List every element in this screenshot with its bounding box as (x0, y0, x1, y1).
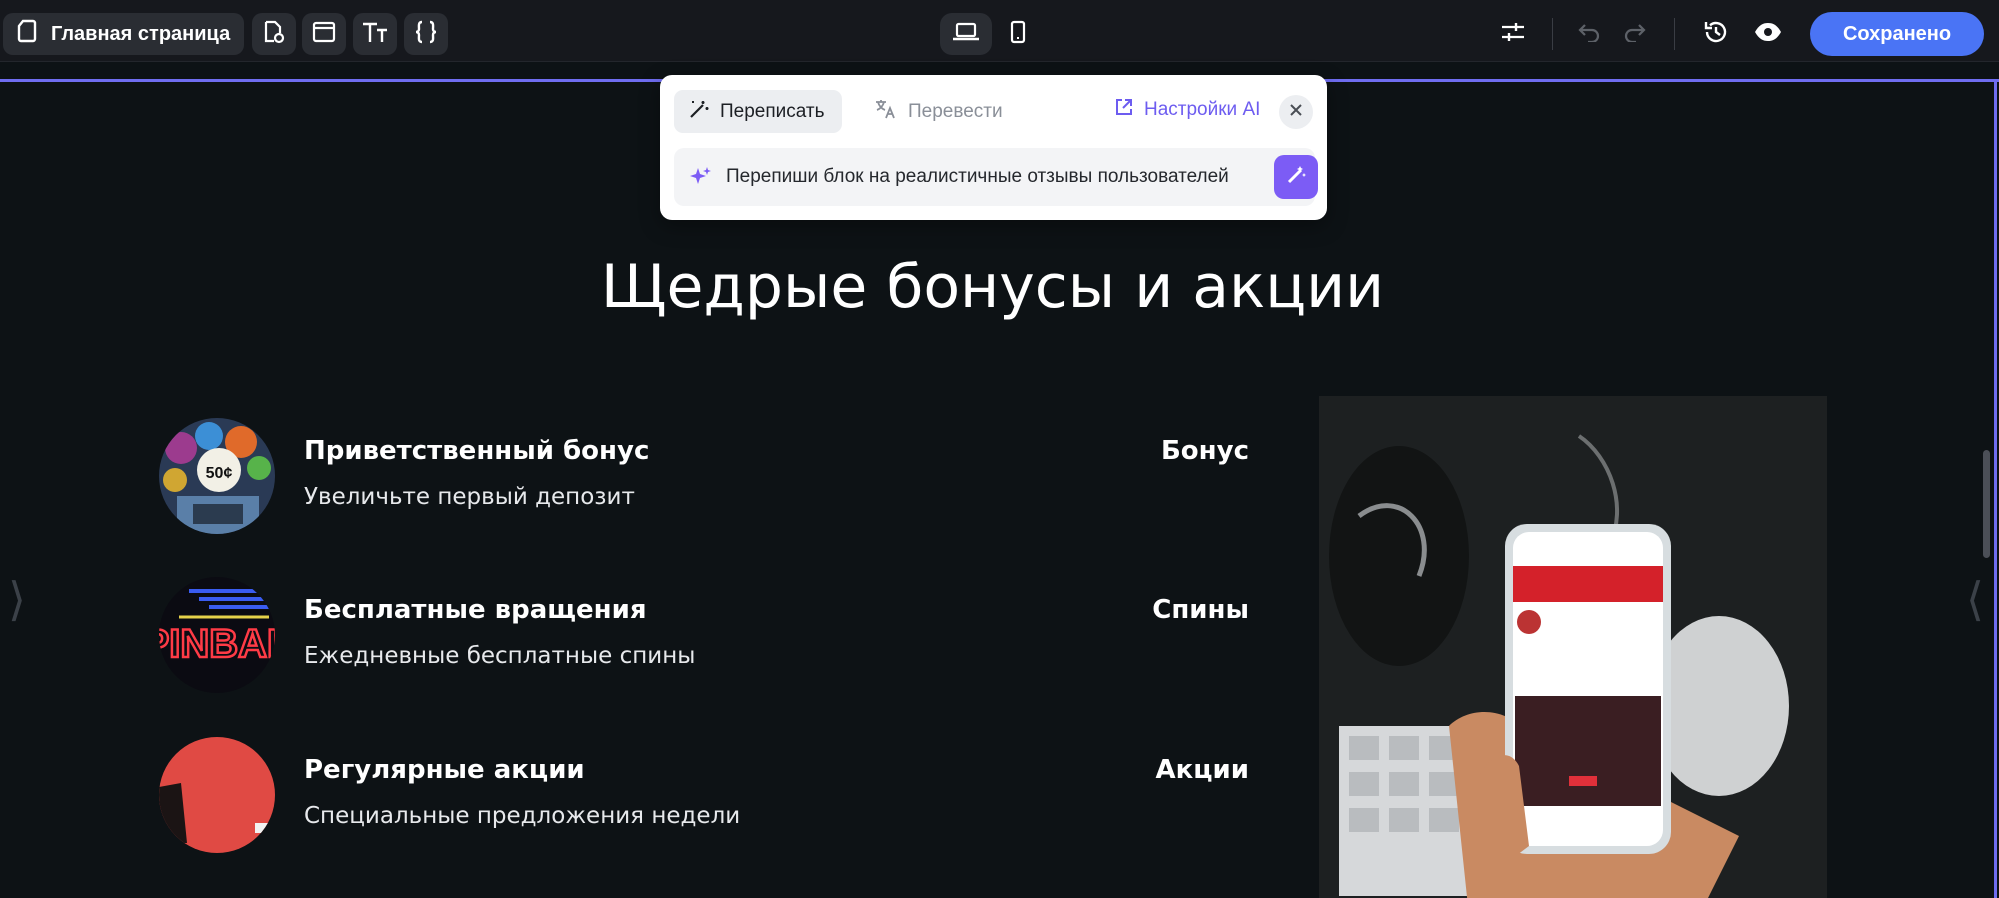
section-heading: Щедрые бонусы и акции (600, 252, 1385, 322)
tab-rewrite-label: Переписать (720, 100, 825, 122)
device-switcher (940, 12, 1046, 56)
mobile-view-button[interactable] (992, 13, 1044, 55)
item-title: Регулярные акции (304, 755, 585, 785)
list-item: Регулярные акции Специальные предложения… (159, 737, 1249, 853)
page-settings-button[interactable] (252, 13, 296, 55)
generate-button[interactable] (1274, 155, 1318, 199)
typography-button[interactable] (353, 13, 397, 55)
close-button[interactable] (1279, 95, 1313, 129)
item-title: Бесплатные вращения (304, 595, 647, 625)
sliders-icon (1500, 21, 1526, 48)
item-description: Увеличьте первый депозит (304, 484, 635, 510)
ai-assistant-panel: Переписать Перевести Настройки AI Перепи… (660, 75, 1327, 220)
text-size-icon (361, 20, 389, 49)
laptop-icon (952, 22, 980, 47)
list-item: PINBAL Бесплатные вращения Ежедневные бе… (159, 577, 1249, 693)
close-icon (1289, 103, 1303, 122)
page-selector-button[interactable]: Главная страница (3, 13, 244, 55)
adjustments-button[interactable] (1492, 13, 1534, 55)
desktop-view-button[interactable] (940, 13, 992, 55)
item-tag: Спины (1152, 595, 1249, 625)
history-icon (1703, 19, 1729, 50)
ai-prompt-input[interactable]: Перепиши блок на реалистичные отзывы пол… (674, 148, 1318, 206)
svg-text:PINBAL: PINBAL (159, 622, 275, 666)
eye-icon (1754, 22, 1782, 47)
list-item: 50¢ Приветственный бонус Увеличьте первы… (159, 418, 1249, 534)
tab-translate[interactable]: Перевести (860, 90, 1017, 133)
translate-icon (874, 98, 898, 126)
svg-text:50¢: 50¢ (206, 465, 233, 482)
item-title: Приветственный бонус (304, 436, 650, 466)
page-selector-label: Главная страница (51, 22, 231, 45)
phone-icon (1010, 20, 1026, 49)
canvas-scrollbar[interactable] (1983, 450, 1990, 558)
frame-icon (312, 21, 336, 48)
hand-holding-phone-photo (1319, 396, 1827, 898)
chevron-left-icon[interactable]: ⟩ (8, 572, 26, 626)
free-spins-image: PINBAL (159, 577, 275, 693)
ai-settings-link[interactable]: Настройки AI (1114, 97, 1260, 123)
magic-wand-icon (688, 98, 710, 126)
page-icon (17, 19, 37, 49)
page-settings-icon (262, 19, 286, 50)
redo-button[interactable] (1614, 13, 1656, 55)
ai-prompt-text: Перепиши блок на реалистичные отзывы пол… (726, 166, 1229, 187)
code-braces-icon (413, 20, 439, 49)
item-description: Специальные предложения недели (304, 803, 741, 829)
editor-toolbar: Главная страница Сохранено (0, 0, 1999, 62)
chevron-right-icon[interactable]: ⟨ (1966, 572, 1984, 626)
toolbar-divider (1552, 18, 1553, 50)
item-tag: Акции (1155, 755, 1249, 785)
sparkles-icon (688, 165, 712, 194)
tab-rewrite[interactable]: Переписать (674, 90, 842, 133)
history-button[interactable] (1695, 13, 1737, 55)
promotions-image (159, 737, 275, 853)
redo-icon (1623, 22, 1647, 47)
preview-button[interactable] (1747, 13, 1789, 55)
ai-settings-label: Настройки AI (1144, 99, 1261, 120)
toolbar-divider (1674, 18, 1675, 50)
magic-pen-icon (1284, 163, 1308, 192)
tab-translate-label: Перевести (908, 100, 1003, 122)
selection-outline-right (1994, 80, 1997, 898)
undo-icon (1577, 22, 1601, 47)
item-tag: Бонус (1160, 436, 1249, 466)
welcome-bonus-image: 50¢ (159, 418, 275, 534)
layout-button[interactable] (302, 13, 346, 55)
undo-button[interactable] (1568, 13, 1610, 55)
external-link-icon (1114, 97, 1134, 123)
save-button[interactable]: Сохранено (1810, 12, 1984, 56)
item-description: Ежедневные бесплатные спины (304, 643, 696, 669)
code-button[interactable] (404, 13, 448, 55)
